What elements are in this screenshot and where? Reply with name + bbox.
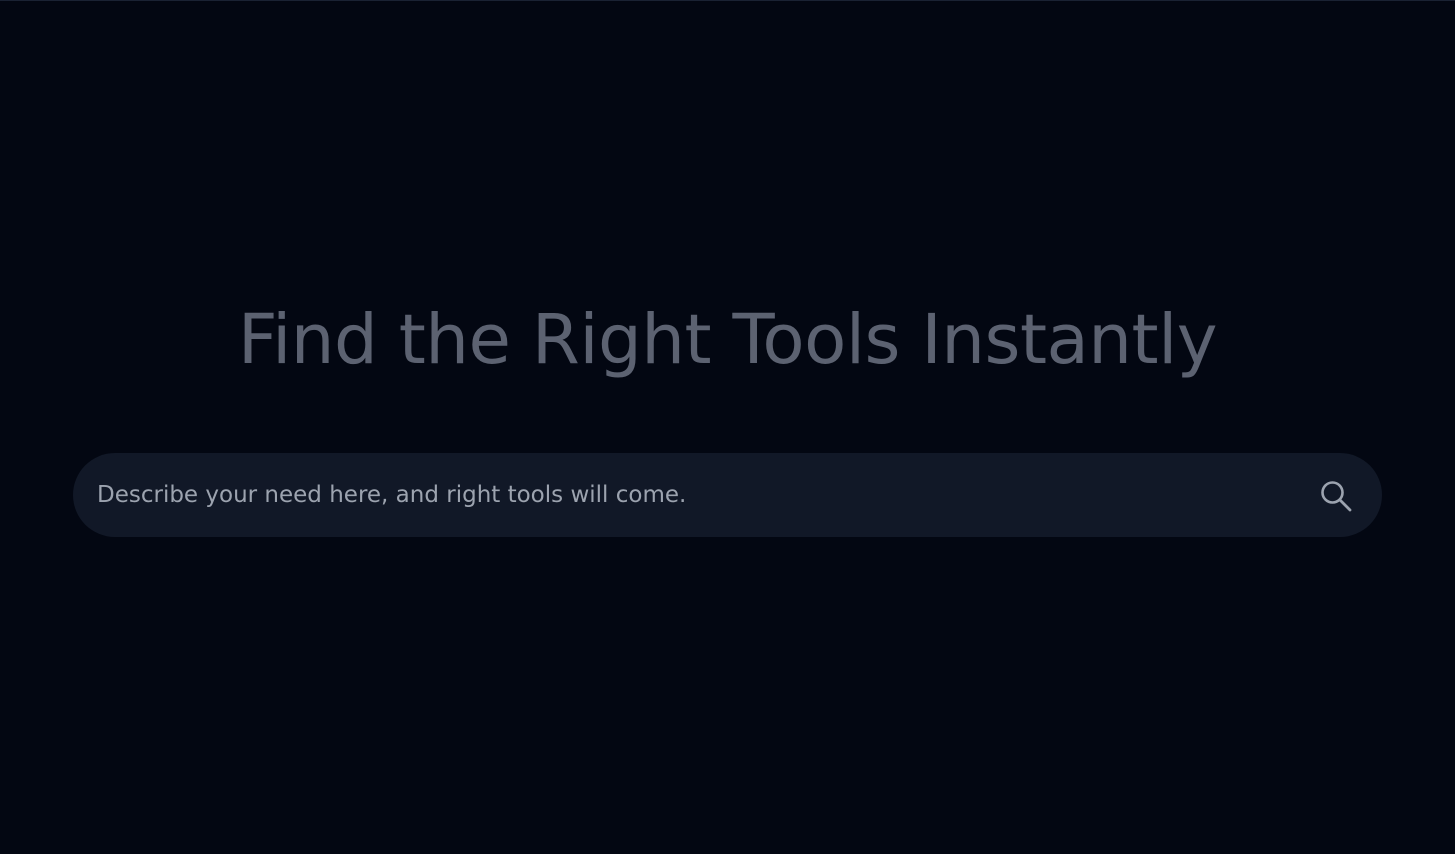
- search-bar[interactable]: [73, 453, 1382, 537]
- search-input[interactable]: [97, 453, 1297, 537]
- page-title: Find the Right Tools Instantly: [237, 300, 1218, 380]
- hero-section: Find the Right Tools Instantly: [0, 1, 1455, 854]
- search-button[interactable]: [1317, 477, 1355, 515]
- search-icon: [1319, 479, 1353, 513]
